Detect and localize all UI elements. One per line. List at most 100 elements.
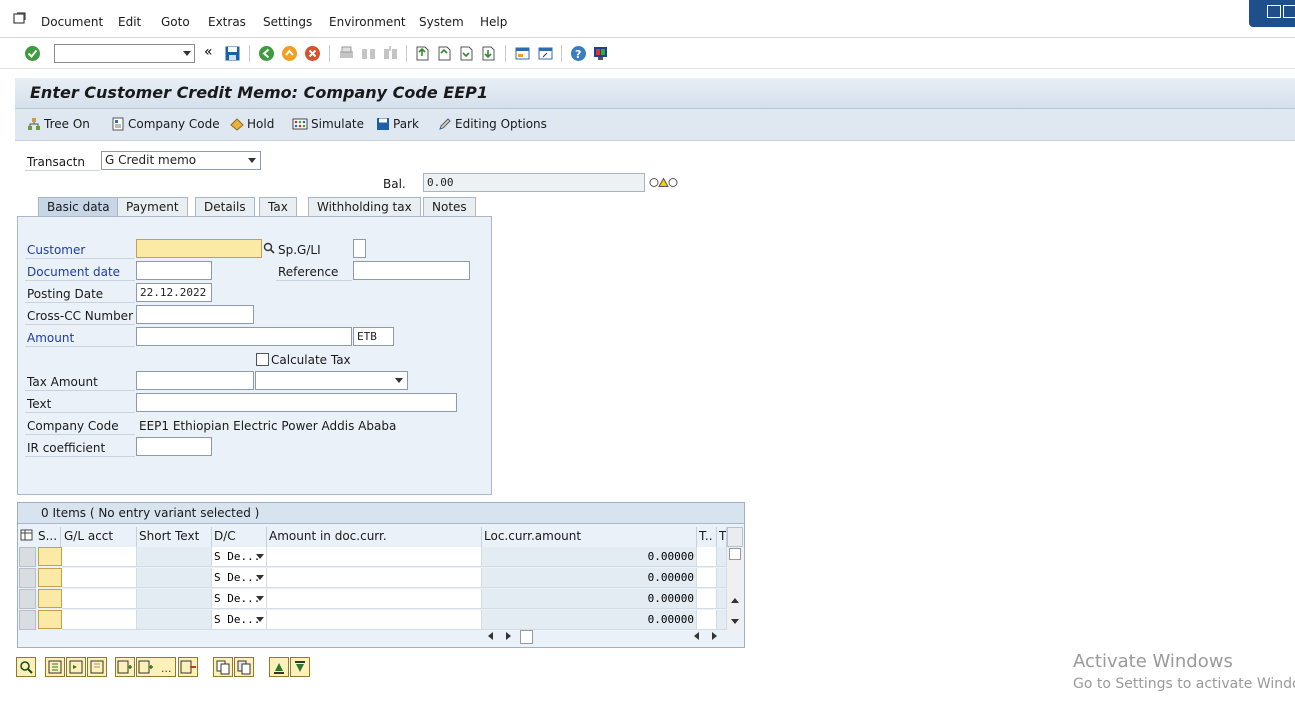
ir-coefficient-input[interactable] (136, 437, 212, 456)
text-input[interactable] (136, 393, 457, 412)
document-date-input[interactable] (136, 261, 212, 280)
menu-environment[interactable]: Environment (329, 15, 406, 29)
row-selector[interactable] (19, 568, 36, 588)
first-page-icon[interactable] (414, 45, 431, 62)
reference-input[interactable] (353, 261, 470, 280)
spgl-input[interactable] (353, 239, 366, 258)
deselect-all-icon[interactable] (87, 657, 107, 677)
scroll-left-icon[interactable] (488, 632, 493, 640)
select-all-icon[interactable] (45, 657, 65, 677)
t-cell[interactable] (697, 610, 717, 630)
chevron-down-icon[interactable] (256, 596, 264, 601)
menu-system[interactable]: System (419, 15, 464, 29)
scrollbar-thumb[interactable] (729, 548, 741, 560)
new-session-icon[interactable] (514, 45, 531, 62)
scroll-down-icon[interactable] (731, 619, 739, 624)
search-help-icon[interactable] (262, 240, 276, 257)
back-icon[interactable] (258, 45, 275, 62)
copy-icon[interactable] (213, 657, 233, 677)
posting-date-input[interactable]: 22.12.2022 (136, 283, 212, 302)
minimize-icon[interactable] (1267, 5, 1281, 18)
next-page-icon[interactable] (458, 45, 475, 62)
tax-amount-input[interactable] (136, 371, 254, 390)
insert-row-icon[interactable] (115, 657, 135, 677)
tab-notes[interactable]: Notes (423, 197, 476, 216)
chevron-down-icon[interactable] (395, 378, 403, 383)
tab-tax[interactable]: Tax (259, 197, 297, 216)
delete-row-icon[interactable] (178, 657, 198, 677)
tree-on-button[interactable]: Tree On (27, 117, 90, 131)
table-row[interactable]: S De... 0.00000 (18, 568, 744, 589)
tab-details[interactable]: Details (195, 197, 255, 216)
menu-edit[interactable]: Edit (118, 15, 141, 29)
help-icon[interactable]: ? (570, 45, 587, 62)
amount-doc-cell[interactable] (267, 547, 482, 567)
gl-acct-cell[interactable] (62, 568, 137, 588)
sort-ascending-icon[interactable] (269, 657, 289, 677)
sort-descending-icon[interactable] (290, 657, 310, 677)
row-selector[interactable] (19, 589, 36, 609)
amount-doc-cell[interactable] (267, 568, 482, 588)
menu-extras[interactable]: Extras (208, 15, 246, 29)
cancel-icon[interactable] (304, 45, 321, 62)
calculate-tax-checkbox[interactable] (256, 353, 269, 366)
prev-page-icon[interactable] (436, 45, 453, 62)
scroll-left-icon[interactable] (694, 632, 699, 640)
maximize-icon[interactable] (1283, 5, 1295, 18)
paste-icon[interactable] (234, 657, 254, 677)
chevron-down-icon[interactable] (256, 554, 264, 559)
status-button[interactable] (38, 547, 62, 566)
window-controls[interactable] (1249, 0, 1295, 27)
status-button[interactable] (38, 589, 62, 608)
print-icon[interactable] (338, 45, 355, 62)
dc-cell[interactable]: S De... (212, 568, 267, 588)
menu-icon[interactable] (13, 12, 28, 25)
menu-document[interactable]: Document (41, 15, 103, 29)
shortcut-icon[interactable] (537, 45, 554, 62)
scroll-right-icon[interactable] (506, 632, 511, 640)
select-block-icon[interactable] (66, 657, 86, 677)
column-config-button[interactable] (727, 527, 743, 547)
customize-layout-icon[interactable] (592, 45, 609, 62)
save-icon[interactable] (224, 45, 241, 62)
tab-withholding-tax[interactable]: Withholding tax (308, 197, 421, 216)
back-double-icon[interactable]: « (204, 44, 221, 61)
column-header-loc-amount[interactable]: Loc.curr.amount (482, 527, 697, 547)
column-header-short-text[interactable]: Short Text (137, 527, 212, 547)
t-cell[interactable] (697, 547, 717, 567)
last-page-icon[interactable] (480, 45, 497, 62)
status-button[interactable] (38, 610, 62, 629)
tab-basic-data[interactable]: Basic data (38, 197, 119, 216)
table-row[interactable]: S De... 0.00000 (18, 547, 744, 568)
table-settings-icon[interactable] (20, 528, 34, 542)
hold-button[interactable]: Hold (230, 117, 274, 131)
simulate-button[interactable]: Simulate (292, 117, 364, 131)
currency-field[interactable]: ETB (353, 327, 394, 346)
table-row[interactable]: S De... 0.00000 (18, 589, 744, 610)
t-cell[interactable] (697, 589, 717, 609)
dc-cell[interactable]: S De... (212, 589, 267, 609)
table-row[interactable]: S De... 0.00000 (18, 610, 744, 631)
column-header-s[interactable]: S... (36, 527, 61, 547)
amount-input[interactable] (136, 327, 352, 346)
scroll-right-icon[interactable] (712, 632, 717, 640)
column-header-t1[interactable]: T.. (697, 527, 717, 547)
tax-code-select[interactable] (255, 371, 408, 390)
gl-acct-cell[interactable] (62, 610, 137, 630)
menu-help[interactable]: Help (480, 15, 507, 29)
chevron-down-icon[interactable] (256, 575, 264, 580)
row-selector[interactable] (19, 610, 36, 630)
t-cell[interactable] (697, 568, 717, 588)
column-header-t2[interactable]: T (717, 527, 727, 547)
park-button[interactable]: Park (376, 117, 419, 131)
gl-acct-cell[interactable] (62, 547, 137, 567)
amount-doc-cell[interactable] (267, 589, 482, 609)
item-detail-icon[interactable] (16, 657, 36, 677)
chevron-down-icon[interactable] (248, 158, 256, 163)
chevron-down-icon[interactable] (256, 617, 264, 622)
column-header-gl-acct[interactable]: G/L acct (62, 527, 137, 547)
row-selector[interactable] (19, 547, 36, 567)
company-code-button[interactable]: Company Code (111, 117, 220, 131)
menu-settings[interactable]: Settings (263, 15, 312, 29)
find-next-icon[interactable] (382, 45, 399, 62)
